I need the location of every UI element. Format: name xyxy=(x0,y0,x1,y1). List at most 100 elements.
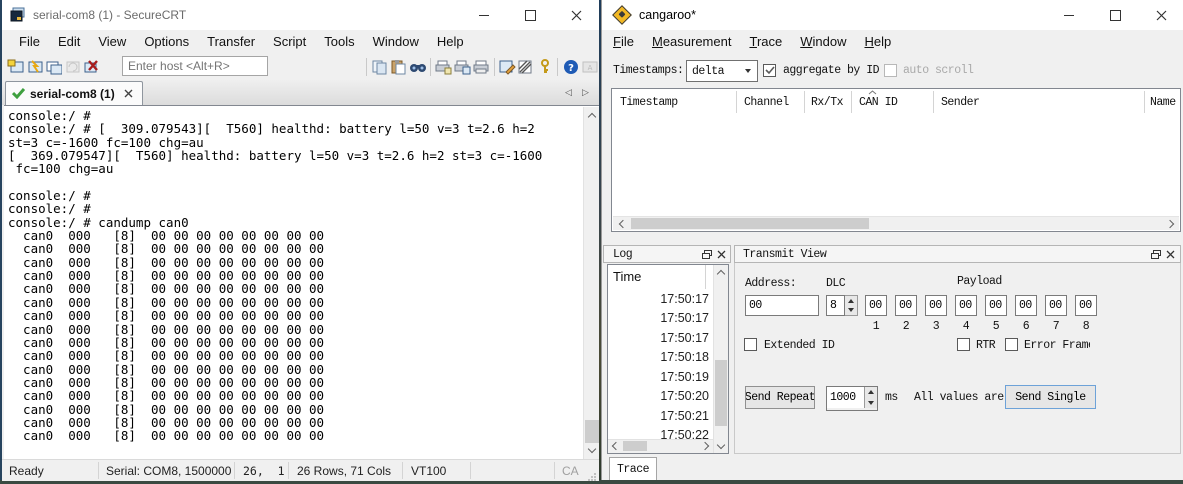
log-hscrollbar[interactable] xyxy=(608,439,713,453)
error-frame-checkbox[interactable] xyxy=(1005,338,1018,351)
keymap-icon[interactable]: A xyxy=(580,58,599,76)
transmit-close-button[interactable] xyxy=(1163,247,1177,261)
scroll-thumb[interactable] xyxy=(585,420,599,443)
log-row[interactable]: 17:50:19 xyxy=(660,370,709,384)
column-header-timestamp[interactable]: Timestamp xyxy=(620,89,678,109)
spin-down-icon[interactable] xyxy=(865,398,877,409)
scroll-down-button[interactable] xyxy=(584,444,600,457)
log-float-button[interactable] xyxy=(700,247,714,261)
copy-icon[interactable] xyxy=(370,58,389,76)
menu-item-help[interactable]: Help xyxy=(855,31,900,52)
hscroll-left-button[interactable] xyxy=(615,217,628,230)
hscroll-right-button[interactable] xyxy=(1164,217,1177,230)
log-row[interactable]: 17:50:20 xyxy=(660,389,709,403)
close-button[interactable] xyxy=(553,0,599,30)
send-single-button[interactable]: Send Single xyxy=(1005,385,1096,409)
new-session-icon[interactable] xyxy=(6,58,25,76)
hscroll-left-button[interactable] xyxy=(609,440,621,452)
dlc-spinner[interactable] xyxy=(826,295,858,316)
transmit-float-button[interactable] xyxy=(1149,247,1163,261)
aggregate-checkbox-label[interactable]: aggregate by ID xyxy=(783,64,880,77)
interval-spin-buttons[interactable] xyxy=(864,387,877,408)
tab-trace-bottom[interactable]: Trace xyxy=(609,457,657,480)
menu-item-transfer[interactable]: Transfer xyxy=(198,31,264,52)
payload-byte-input-5[interactable] xyxy=(985,295,1007,316)
minimize-button[interactable] xyxy=(461,0,507,30)
menu-item-file[interactable]: File xyxy=(604,31,643,52)
rtr-checkbox[interactable] xyxy=(957,338,970,351)
host-input[interactable] xyxy=(122,56,268,76)
close-button[interactable] xyxy=(1138,0,1183,30)
extended-id-label[interactable]: Extended ID xyxy=(764,339,835,352)
hscroll-thumb[interactable] xyxy=(631,218,869,229)
repeat-interval-input[interactable] xyxy=(827,387,864,408)
vscroll-thumb[interactable] xyxy=(715,360,727,426)
payload-byte-input-8[interactable] xyxy=(1075,295,1097,316)
repeat-interval-spinner[interactable] xyxy=(826,386,878,411)
address-input[interactable] xyxy=(745,295,819,316)
resize-grip-icon[interactable] xyxy=(588,470,597,484)
send-repeat-button[interactable]: Send Repeat xyxy=(745,386,815,409)
spin-up-icon[interactable] xyxy=(845,296,857,306)
trace-hscrollbar[interactable] xyxy=(613,216,1179,230)
dlc-spin-buttons[interactable] xyxy=(845,295,858,316)
column-header-rxtx[interactable]: Rx/Tx xyxy=(811,89,844,109)
minimize-button[interactable] xyxy=(1046,0,1092,30)
column-header-canid[interactable]: CAN ID xyxy=(859,89,898,109)
spin-up-icon[interactable] xyxy=(865,387,877,398)
print-icon[interactable] xyxy=(472,58,491,76)
menu-item-tools[interactable]: Tools xyxy=(315,31,363,52)
rtr-label[interactable]: RTR xyxy=(976,339,996,352)
disconnect-icon[interactable] xyxy=(82,58,101,76)
tab-scroll-left-icon[interactable]: ◁ xyxy=(565,87,572,98)
vscroll-up-button[interactable] xyxy=(714,266,728,278)
error-frame-label[interactable]: Error Frame xyxy=(1024,339,1090,352)
terminal-area[interactable]: console:/ # console:/ # [ 309.079543][ T… xyxy=(4,105,599,459)
key-icon[interactable] xyxy=(535,58,554,76)
cangaroo-titlebar[interactable]: cangaroo* xyxy=(602,0,1183,30)
menu-item-help[interactable]: Help xyxy=(428,31,473,52)
tab-serial-com8[interactable]: serial-com8 (1) xyxy=(5,81,143,105)
autoscroll-checkbox[interactable] xyxy=(884,64,897,77)
extended-id-checkbox[interactable] xyxy=(744,338,757,351)
menu-item-script[interactable]: Script xyxy=(264,31,315,52)
payload-byte-input-3[interactable] xyxy=(925,295,947,316)
menu-item-window[interactable]: Window xyxy=(791,31,855,52)
log-close-button[interactable] xyxy=(714,247,728,261)
menu-item-file[interactable]: File xyxy=(10,31,49,52)
log-panel-titlebar[interactable]: Log xyxy=(603,245,731,263)
payload-byte-input-7[interactable] xyxy=(1045,295,1067,316)
find-icon[interactable] xyxy=(408,58,427,76)
transmit-panel-titlebar[interactable]: Transmit View xyxy=(734,245,1181,263)
dlc-input[interactable] xyxy=(826,295,845,316)
spin-down-icon[interactable] xyxy=(845,306,857,316)
log-vscrollbar[interactable] xyxy=(713,265,728,453)
paste-icon[interactable] xyxy=(389,58,408,76)
log-row[interactable]: 17:50:17 xyxy=(660,331,709,345)
menu-item-edit[interactable]: Edit xyxy=(49,31,89,52)
log-row[interactable]: 17:50:21 xyxy=(660,409,709,423)
terminal-scrollbar[interactable] xyxy=(583,107,599,459)
vscroll-down-button[interactable] xyxy=(714,440,728,452)
maximize-button[interactable] xyxy=(507,0,553,30)
help-icon[interactable]: ? xyxy=(561,58,580,76)
reconnect-icon[interactable] xyxy=(63,58,82,76)
securecrt-titlebar[interactable]: serial-com8 (1) - SecureCRT xyxy=(2,0,599,30)
print-eject-icon[interactable] xyxy=(434,58,453,76)
menu-item-options[interactable]: Options xyxy=(135,31,198,52)
payload-byte-input-6[interactable] xyxy=(1015,295,1037,316)
menu-item-window[interactable]: Window xyxy=(364,31,428,52)
hscroll-right-button[interactable] xyxy=(700,440,712,452)
connect-in-tab-icon[interactable] xyxy=(44,58,63,76)
menu-item-trace[interactable]: Trace xyxy=(740,31,791,52)
column-header-channel[interactable]: Channel xyxy=(744,89,789,109)
tab-close-icon[interactable] xyxy=(124,89,133,98)
payload-byte-input-1[interactable] xyxy=(865,295,887,316)
global-options-icon[interactable] xyxy=(517,58,536,76)
scroll-up-button[interactable] xyxy=(584,109,600,122)
tab-scroll-right-icon[interactable]: ▷ xyxy=(582,87,589,98)
print-screen-icon[interactable] xyxy=(453,58,472,76)
hscroll-thumb[interactable] xyxy=(623,441,647,451)
log-row[interactable]: 17:50:17 xyxy=(660,292,709,306)
payload-byte-input-4[interactable] xyxy=(955,295,977,316)
